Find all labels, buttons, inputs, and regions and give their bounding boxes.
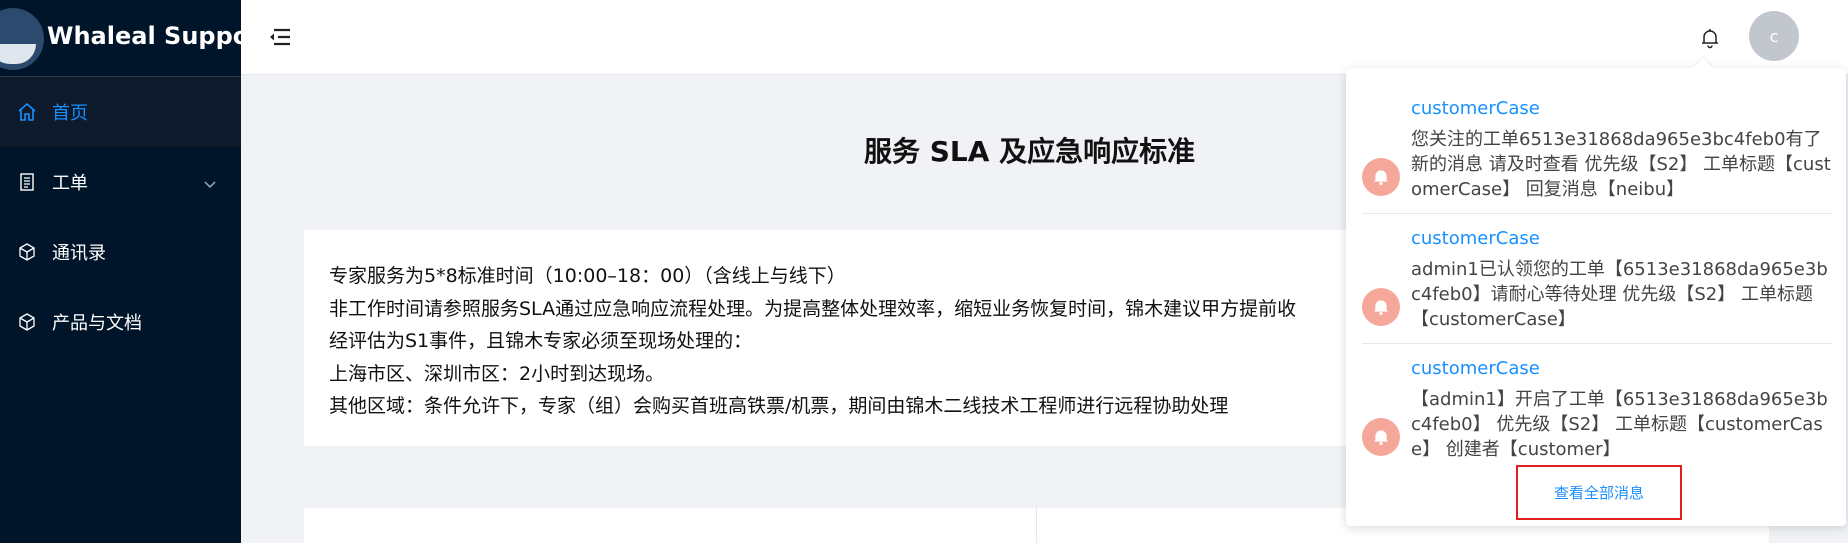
sidebar-item-label: 首页 <box>52 103 88 124</box>
cube-icon <box>16 241 38 263</box>
sidebar-item-products-docs[interactable]: 产品与文档 <box>0 287 241 357</box>
bell-icon[interactable] <box>1699 27 1721 49</box>
page-title: 服务 SLA 及应急响应标准 <box>864 135 1196 168</box>
notification-title[interactable]: customerCase <box>1411 228 1540 249</box>
divider <box>1362 213 1832 214</box>
sidebar-item-label: 工单 <box>52 173 88 194</box>
ticket-icon <box>16 171 38 193</box>
top-header: c <box>241 0 1848 75</box>
home-icon <box>16 101 38 123</box>
divider <box>1036 508 1037 543</box>
notification-body: admin1已认领您的工单【6513e31868da965e3bc4feb0】请… <box>1411 259 1828 330</box>
notification-bell-icon <box>1362 418 1400 456</box>
view-all-messages-button[interactable]: 查看全部消息 <box>1516 465 1682 520</box>
sidebar-item-label: 产品与文档 <box>52 313 142 334</box>
cube-icon <box>16 311 38 333</box>
sidebar-item-tickets[interactable]: 工单 <box>0 147 241 217</box>
notification-dropdown: customerCase 您关注的工单6513e31868da965e3bc4f… <box>1346 68 1846 526</box>
divider <box>1362 343 1832 344</box>
notification-title[interactable]: customerCase <box>1411 358 1540 379</box>
user-avatar[interactable]: c <box>1749 11 1799 61</box>
sidebar: Whaleal Support 首页 工单 通讯录 产品与文档 <box>0 0 241 543</box>
notification-bell-icon <box>1362 288 1400 326</box>
sidebar-item-home[interactable]: 首页 <box>0 77 241 147</box>
sidebar-item-contacts[interactable]: 通讯录 <box>0 217 241 287</box>
chevron-down-icon <box>203 173 217 194</box>
logo-text: Whaleal Support <box>47 22 241 50</box>
notification-body: 您关注的工单6513e31868da965e3bc4feb0有了新的消息 请及时… <box>1411 129 1831 200</box>
menu-fold-icon[interactable] <box>269 28 291 46</box>
notification-bell-icon <box>1362 158 1400 196</box>
whale-logo-icon <box>0 8 44 70</box>
sidebar-item-label: 通讯录 <box>52 243 106 264</box>
notification-body: 【admin1】开启了工单【6513e31868da965e3bc4feb0】 … <box>1411 389 1828 460</box>
notification-title[interactable]: customerCase <box>1411 98 1540 119</box>
logo[interactable]: Whaleal Support <box>0 0 241 77</box>
